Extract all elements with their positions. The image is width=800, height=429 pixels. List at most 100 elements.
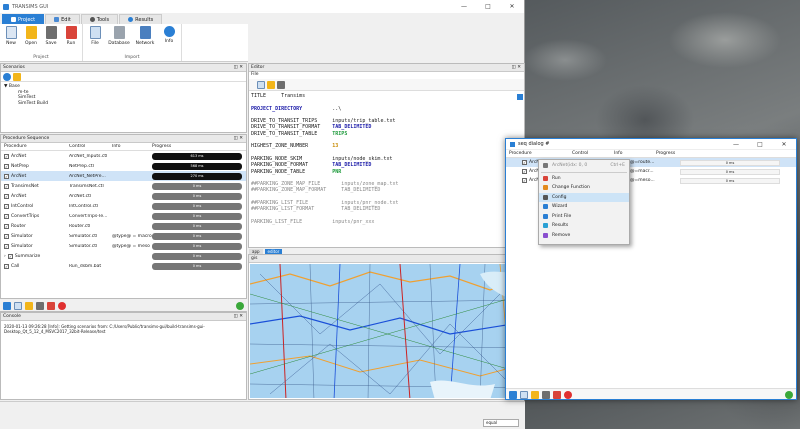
procedure-checkbox[interactable]: ✓: [4, 223, 9, 229]
progress-bar: 0 ms: [680, 177, 780, 184]
procedure-row[interactable]: ✓ IntControl IntControl.ctl 0 ms: [1, 201, 246, 211]
minimize-button[interactable]: —: [452, 3, 476, 10]
folder-icon[interactable]: [531, 391, 539, 399]
procedure-checkbox[interactable]: ✓: [4, 153, 9, 159]
procedure-checkbox[interactable]: ✓: [4, 243, 9, 249]
procedure-checkbox[interactable]: ✓: [4, 183, 9, 189]
procedure-cell: ✓ Router: [1, 223, 69, 229]
column-header[interactable]: Procedure: [506, 151, 572, 156]
save-icon[interactable]: [542, 391, 550, 399]
save-icon[interactable]: [36, 302, 44, 310]
run-icon[interactable]: [553, 391, 561, 399]
panel-controls[interactable]: ◫ ✕: [234, 136, 243, 141]
save-icon[interactable]: [277, 81, 285, 89]
procedure-checkbox[interactable]: ✓: [4, 233, 9, 239]
procedure-checkbox[interactable]: ✓: [4, 203, 9, 209]
context-menu-item[interactable]: Results: [539, 221, 629, 231]
procedure-checkbox[interactable]: ✓: [4, 213, 9, 219]
procedure-row[interactable]: ✓ NetPrep NetPrep.ctl 568 ms: [1, 161, 246, 171]
column-header[interactable]: Control: [69, 144, 112, 149]
status-combo[interactable]: equal: [483, 419, 519, 427]
context-menu-item[interactable]: Run: [539, 174, 629, 184]
minimize-button[interactable]: —: [724, 141, 748, 148]
code-token: TITLE Transims: [251, 93, 306, 99]
close-button[interactable]: ✕: [500, 3, 524, 10]
info-button[interactable]: Info: [158, 26, 180, 53]
run-icon[interactable]: [47, 302, 55, 310]
save-button[interactable]: Save: [41, 26, 61, 53]
procedure-row[interactable]: ✓ ArcNet ArcNet.ctl 0 ms: [1, 191, 246, 201]
procedure-checkbox[interactable]: ✓: [7, 253, 13, 259]
procedure-checkbox[interactable]: ✓: [522, 178, 527, 183]
panel-controls[interactable]: ◫ ✕: [512, 65, 521, 70]
maximize-button[interactable]: □: [476, 3, 500, 10]
close-button[interactable]: ✕: [772, 141, 796, 148]
procedure-row[interactable]: ✓ Simulator Simulator.ctl @type@ = meso 0 ms: [1, 241, 246, 251]
editor-toolbar: [249, 79, 524, 91]
folder-icon[interactable]: [267, 81, 275, 89]
new-file-icon[interactable]: [257, 81, 265, 89]
column-header[interactable]: Procedure: [1, 144, 69, 149]
context-menu-item[interactable]: Wizard: [539, 202, 629, 212]
tab-results[interactable]: Results: [119, 14, 163, 24]
procedure-row[interactable]: › ✓ Summarize 0 ms: [1, 251, 246, 261]
list-icon[interactable]: [509, 391, 517, 399]
menu-item-icon: [543, 175, 548, 181]
column-header[interactable]: Progress: [152, 144, 242, 149]
context-menu-item[interactable]: Remove: [539, 231, 629, 241]
panel-controls[interactable]: ◫ ✕: [234, 314, 243, 319]
column-header[interactable]: Info: [112, 144, 152, 149]
tab-project[interactable]: Project: [2, 14, 45, 24]
progress-cell: 0 ms: [152, 212, 242, 220]
open-button[interactable]: Open: [21, 26, 41, 53]
procedure-row[interactable]: ✓ ArcNet ArcNet_Inputs.ctl 613 ms: [1, 151, 246, 161]
network-map[interactable]: [250, 264, 523, 398]
scrollbar-up[interactable]: [517, 94, 523, 100]
stop-icon[interactable]: [564, 391, 572, 399]
add-icon[interactable]: [785, 391, 793, 399]
procedure-row[interactable]: ✓ TransimsNet TransimsNet.ctl 0 ms: [1, 181, 246, 191]
stop-icon[interactable]: [58, 302, 66, 310]
tab-tools[interactable]: Tools: [80, 14, 119, 24]
procedure-checkbox[interactable]: ✓: [522, 160, 527, 165]
info-cell: @type@ = macro: [112, 233, 152, 239]
procedure-row[interactable]: ✓ ConvertTrips ConvertTrips-Te... 0 ms: [1, 211, 246, 221]
add-icon[interactable]: [236, 302, 244, 310]
folder-icon[interactable]: [25, 302, 33, 310]
network-button[interactable]: Network: [132, 26, 158, 53]
new-file-icon[interactable]: [520, 391, 528, 399]
procedure-checkbox[interactable]: ✓: [4, 173, 9, 179]
procedure-row[interactable]: ✓ ArcNet ArcNet_NetPre... 270 ms: [1, 171, 246, 181]
control-cell: ArcNet_Inputs.ctl: [69, 153, 108, 159]
column-header[interactable]: Info: [614, 151, 656, 156]
procedure-row[interactable]: ✓ Call Run_dsbm.bat 0 ms: [1, 261, 246, 271]
panel-controls[interactable]: ◫ ✕: [234, 65, 243, 70]
context-menu-item[interactable]: Change Function: [539, 183, 629, 193]
file-button[interactable]: File: [84, 26, 106, 53]
run-button[interactable]: Run: [61, 26, 81, 53]
context-menu-item[interactable]: Config: [539, 192, 629, 202]
tree-item[interactable]: SimTest Build: [4, 101, 243, 107]
tab-edit[interactable]: Edit: [45, 14, 80, 24]
column-header[interactable]: Progress: [656, 151, 675, 156]
maximize-button[interactable]: □: [748, 141, 772, 148]
new-button[interactable]: New: [1, 26, 21, 53]
chevron-right-icon[interactable]: ›: [4, 254, 6, 259]
panel-header: gis◫ ✕: [249, 255, 524, 263]
procedure-checkbox[interactable]: ✓: [522, 169, 527, 174]
context-menu-item[interactable]: Print File: [539, 212, 629, 222]
refresh-icon[interactable]: [3, 73, 11, 81]
editor-menu-file[interactable]: File: [249, 72, 524, 79]
column-header[interactable]: Control: [572, 151, 614, 156]
procedure-checkbox[interactable]: ✓: [4, 193, 9, 199]
database-button[interactable]: Database: [106, 26, 132, 53]
new-file-icon[interactable]: [14, 302, 22, 310]
procedure-row[interactable]: ✓ Simulator Simulator.ctl @type@ = macro 0 m…: [1, 231, 246, 241]
procedure-checkbox[interactable]: ✓: [4, 263, 9, 269]
list-icon[interactable]: [3, 302, 11, 310]
procedure-checkbox[interactable]: ✓: [4, 163, 9, 169]
folder-icon[interactable]: [13, 73, 21, 81]
code-editor[interactable]: TITLE Transims PROJECT_DIRECTORY ..\ DRI…: [249, 91, 524, 227]
code-token: TAB_DELIMITED: [332, 162, 372, 169]
procedure-row[interactable]: ✓ Router Router.ctl 0 ms: [1, 221, 246, 231]
